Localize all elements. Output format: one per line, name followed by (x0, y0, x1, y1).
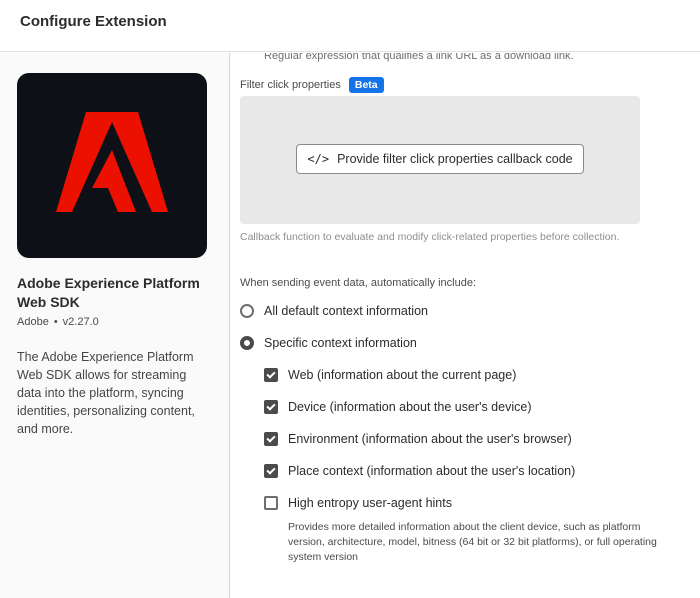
checkbox-label: Environment (information about the user'… (288, 432, 572, 446)
dialog-header: Configure Extension (0, 0, 700, 52)
code-icon: </> (307, 152, 330, 166)
extension-version: v2.27.0 (62, 316, 99, 328)
beta-badge: Beta (348, 77, 384, 93)
provide-callback-code-button[interactable]: </> Provide filter click properties call… (296, 144, 584, 174)
checkbox-checked[interactable] (264, 432, 278, 446)
extension-meta: Adobe • v2.27.0 (17, 316, 99, 328)
separator-dot: • (53, 316, 58, 328)
adobe-logo-icon (56, 112, 168, 212)
settings-panel[interactable]: Regular expression that qualifies a link… (231, 53, 700, 598)
regex-help-text: Regular expression that qualifies a link… (264, 53, 574, 62)
checkbox-device[interactable]: Device (information about the user's dev… (264, 400, 531, 414)
publisher-name: Adobe (17, 316, 49, 328)
filter-click-label-text: Filter click properties (240, 79, 341, 91)
checkbox-high-entropy-hints[interactable]: High entropy user-agent hints (264, 496, 452, 510)
high-entropy-help-text: Provides more detailed information about… (288, 521, 657, 563)
checkbox-environment[interactable]: Environment (information about the user'… (264, 432, 572, 446)
callback-help-text: Callback function to evaluate and modify… (240, 231, 620, 243)
provide-callback-code-label: Provide filter click properties callback… (337, 152, 573, 166)
checkbox-unchecked[interactable] (264, 496, 278, 510)
checkbox-label: Place context (information about the use… (288, 464, 576, 478)
filter-click-label: Filter click properties Beta (240, 77, 384, 93)
checkbox-checked[interactable] (264, 400, 278, 414)
radio-label: All default context information (264, 304, 428, 318)
checkbox-checked[interactable] (264, 368, 278, 382)
extension-logo (17, 73, 207, 258)
radio-button-unchecked[interactable] (240, 304, 254, 318)
checkbox-web[interactable]: Web (information about the current page) (264, 368, 516, 382)
checkbox-label: Device (information about the user's dev… (288, 400, 532, 414)
callback-code-area: </> Provide filter click properties call… (240, 96, 640, 224)
radio-button-checked[interactable] (240, 336, 254, 350)
extension-name: Adobe Experience Platform Web SDK (17, 275, 200, 310)
checkbox-label: Web (information about the current page) (288, 368, 517, 382)
radio-all-default-context[interactable]: All default context information (240, 304, 428, 318)
radio-specific-context[interactable]: Specific context information (240, 336, 417, 350)
page-title: Configure Extension (20, 13, 167, 30)
checkbox-place-context[interactable]: Place context (information about the use… (264, 464, 575, 478)
context-section-label: When sending event data, automatically i… (240, 277, 477, 289)
extension-description: The Adobe Experience Platform Web SDK al… (17, 350, 195, 436)
radio-label: Specific context information (264, 336, 417, 350)
checkbox-label: High entropy user-agent hints (288, 496, 452, 510)
checkbox-checked[interactable] (264, 464, 278, 478)
extension-sidebar: Adobe Experience Platform Web SDK Adobe •… (0, 53, 230, 598)
